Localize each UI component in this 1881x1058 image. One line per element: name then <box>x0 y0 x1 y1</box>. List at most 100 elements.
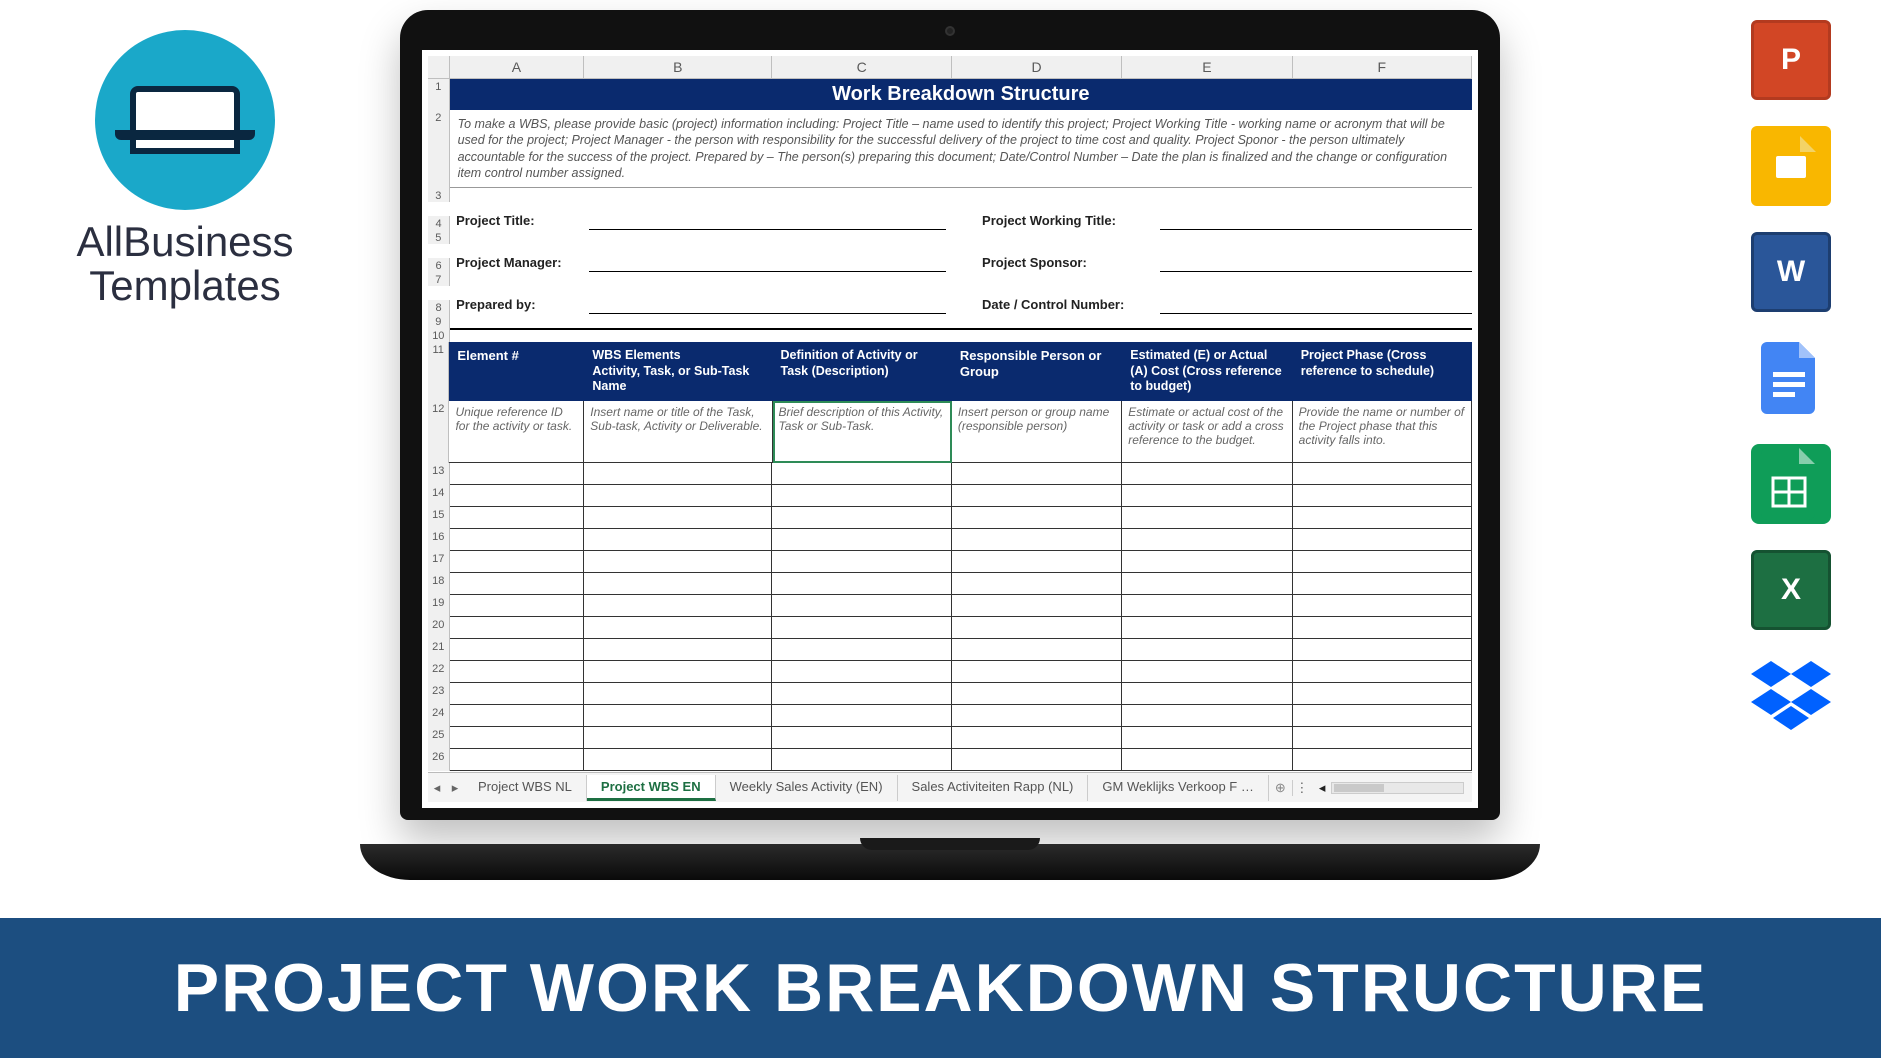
cell[interactable] <box>772 749 951 771</box>
cell[interactable] <box>450 507 585 529</box>
sheet-tab[interactable]: GM Weklijks Verkoop F … <box>1088 775 1268 801</box>
cell[interactable] <box>584 595 772 617</box>
col-header-D[interactable]: D <box>952 56 1122 78</box>
table-desc-element[interactable]: Unique reference ID for the activity or … <box>449 401 584 463</box>
cell[interactable] <box>1293 639 1472 661</box>
cell[interactable] <box>952 595 1122 617</box>
cell[interactable] <box>1293 529 1472 551</box>
col-header-A[interactable]: A <box>450 56 585 78</box>
cell[interactable] <box>584 727 772 749</box>
cell[interactable] <box>1122 595 1292 617</box>
cell[interactable] <box>1122 661 1292 683</box>
cell[interactable] <box>772 463 951 485</box>
cell[interactable] <box>1293 727 1472 749</box>
cell[interactable] <box>1293 749 1472 771</box>
cell[interactable] <box>1293 551 1472 573</box>
cell[interactable] <box>1293 683 1472 705</box>
table-desc-wbs[interactable]: Insert name or title of the Task, Sub-ta… <box>584 401 772 463</box>
cell[interactable] <box>450 639 585 661</box>
cell[interactable] <box>952 683 1122 705</box>
sheet-tab[interactable]: Project WBS NL <box>464 775 587 801</box>
cell[interactable] <box>772 683 951 705</box>
google-docs-icon[interactable] <box>1751 338 1831 418</box>
sheet-tab[interactable]: Weekly Sales Activity (EN) <box>716 775 898 801</box>
cell[interactable] <box>1122 749 1292 771</box>
table-desc-definition[interactable]: Brief description of this Activity, Task… <box>773 401 952 463</box>
input-project-manager[interactable] <box>589 244 946 272</box>
cell[interactable] <box>772 595 951 617</box>
cell[interactable] <box>772 485 951 507</box>
cell[interactable] <box>952 463 1122 485</box>
cell[interactable] <box>584 485 772 507</box>
cell[interactable] <box>1293 705 1472 727</box>
cell[interactable] <box>584 617 772 639</box>
cell[interactable] <box>952 661 1122 683</box>
cell[interactable] <box>450 485 585 507</box>
cell[interactable] <box>952 573 1122 595</box>
cell[interactable] <box>450 727 585 749</box>
cell[interactable] <box>1122 463 1292 485</box>
cell[interactable] <box>1122 551 1292 573</box>
cell[interactable] <box>952 529 1122 551</box>
col-header-E[interactable]: E <box>1122 56 1292 78</box>
cell[interactable] <box>450 463 585 485</box>
cell[interactable] <box>584 683 772 705</box>
tab-nav-prev[interactable]: ▸ <box>446 780 464 796</box>
cell[interactable] <box>952 617 1122 639</box>
cell[interactable] <box>584 573 772 595</box>
cell[interactable] <box>1293 507 1472 529</box>
cell[interactable] <box>952 705 1122 727</box>
sheet-tab[interactable]: Sales Activiteiten Rapp (NL) <box>898 775 1089 801</box>
cell[interactable] <box>772 617 951 639</box>
google-sheets-icon[interactable] <box>1751 444 1831 524</box>
cell[interactable] <box>1293 617 1472 639</box>
cell[interactable] <box>450 661 585 683</box>
table-desc-phase[interactable]: Provide the name or number of the Projec… <box>1293 401 1472 463</box>
input-project-title[interactable] <box>589 202 946 230</box>
cell[interactable] <box>584 705 772 727</box>
cell[interactable] <box>450 573 585 595</box>
cell[interactable] <box>1293 463 1472 485</box>
cell[interactable] <box>450 595 585 617</box>
google-slides-icon[interactable] <box>1751 126 1831 206</box>
cell[interactable] <box>584 529 772 551</box>
cell[interactable] <box>952 485 1122 507</box>
col-header-B[interactable]: B <box>584 56 772 78</box>
cell[interactable] <box>952 727 1122 749</box>
row-number[interactable]: 1 <box>428 79 450 110</box>
cell[interactable] <box>952 639 1122 661</box>
cell[interactable] <box>1122 727 1292 749</box>
cell[interactable] <box>1122 683 1292 705</box>
cell[interactable] <box>1293 595 1472 617</box>
cell[interactable] <box>450 749 585 771</box>
cell[interactable] <box>1122 639 1292 661</box>
cell[interactable] <box>1122 705 1292 727</box>
cell[interactable] <box>772 705 951 727</box>
cell[interactable] <box>1293 485 1472 507</box>
input-project-working-title[interactable] <box>1160 202 1472 230</box>
cell[interactable] <box>584 507 772 529</box>
input-date-control[interactable] <box>1160 286 1472 314</box>
cell[interactable] <box>450 705 585 727</box>
cell[interactable] <box>450 617 585 639</box>
cell[interactable] <box>584 749 772 771</box>
cell[interactable] <box>1122 507 1292 529</box>
cell[interactable] <box>584 551 772 573</box>
table-desc-responsible[interactable]: Insert person or group name (responsible… <box>952 401 1122 463</box>
tab-nav-first[interactable]: ◂ <box>428 780 446 796</box>
cell[interactable] <box>584 661 772 683</box>
cell[interactable] <box>1122 573 1292 595</box>
cell[interactable] <box>772 727 951 749</box>
cell[interactable] <box>450 551 585 573</box>
cell[interactable] <box>952 551 1122 573</box>
powerpoint-icon[interactable]: P <box>1751 20 1831 100</box>
excel-icon[interactable]: X <box>1751 550 1831 630</box>
col-header-F[interactable]: F <box>1293 56 1472 78</box>
cell[interactable] <box>584 463 772 485</box>
table-desc-cost[interactable]: Estimate or actual cost of the activity … <box>1122 401 1292 463</box>
cell[interactable] <box>1122 617 1292 639</box>
cell[interactable] <box>450 529 585 551</box>
dropbox-icon[interactable] <box>1751 656 1831 736</box>
cell[interactable] <box>1122 485 1292 507</box>
cell[interactable] <box>952 507 1122 529</box>
